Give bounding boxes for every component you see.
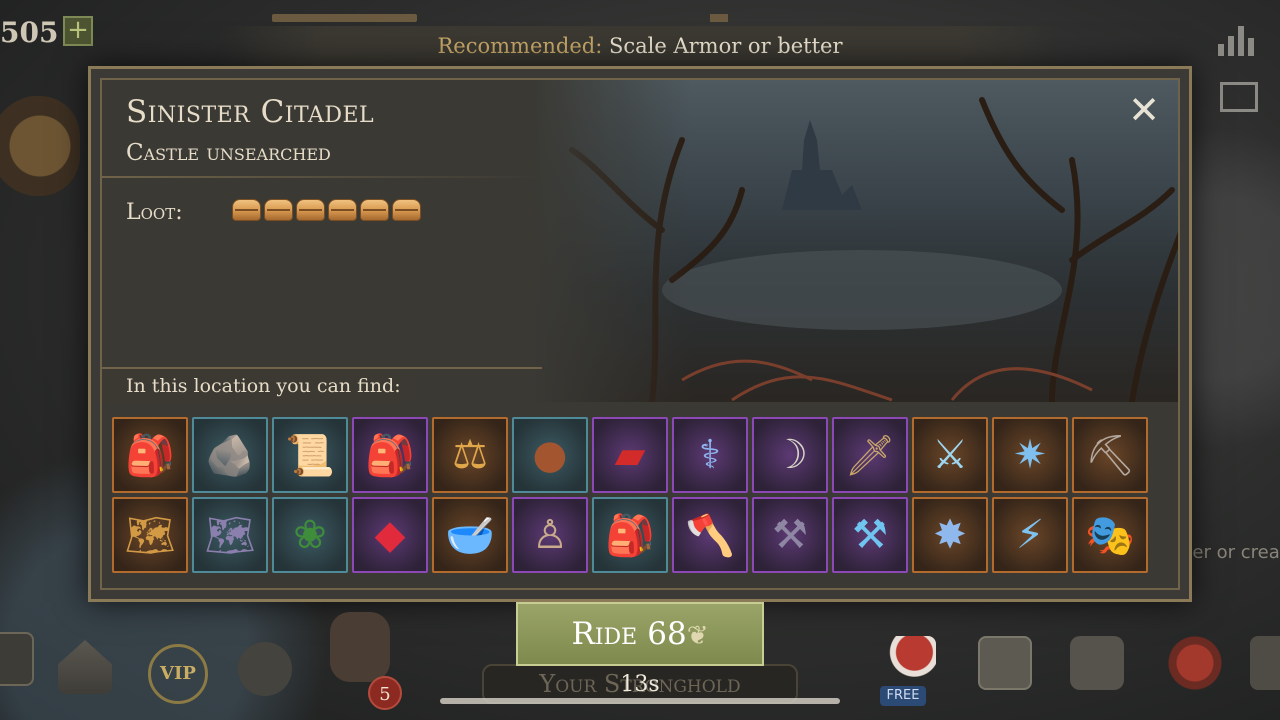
wheat-icon: ❦ <box>686 621 709 651</box>
red-cushion-icon: ▰ <box>614 432 646 478</box>
horse-icon[interactable] <box>238 642 292 696</box>
item-slot[interactable]: 🎒 <box>352 417 428 493</box>
scales-icon: ⚖ <box>452 432 488 478</box>
item-slot[interactable]: ✷ <box>992 417 1068 493</box>
item-slot[interactable]: 🪨 <box>192 417 268 493</box>
location-modal: ✕ Sinister Citadel Castle unsearched Loo… <box>88 66 1192 602</box>
item-slot[interactable]: ◆ <box>352 497 428 573</box>
quest-scroll-icon[interactable] <box>1250 636 1280 690</box>
lightning-sword-icon: ⚡ <box>1015 512 1045 558</box>
mortar-icon: 🥣 <box>445 512 495 559</box>
ride-timer: 13s <box>620 672 660 697</box>
ruby-gem-icon: ◆ <box>374 512 406 558</box>
hunter-backpack-icon: 🎒 <box>125 432 175 479</box>
rolled-map-icon: 🗺 <box>204 512 256 559</box>
loot-label: Loot: <box>126 200 183 225</box>
armored-backpack-icon: 🎒 <box>365 432 415 479</box>
scroll-quill-icon[interactable] <box>1070 636 1124 690</box>
item-slot[interactable]: ⚡ <box>992 497 1068 573</box>
item-slot[interactable]: ⚖ <box>432 417 508 493</box>
scroll-bundle-icon: 📜 <box>285 432 335 479</box>
item-slot[interactable]: 🥣 <box>432 497 508 573</box>
recommendation-label: Recommended: <box>437 34 603 58</box>
journal-icon[interactable] <box>1220 82 1258 112</box>
top-tab-indicator-secondary <box>710 14 728 22</box>
hammer-map-icon[interactable] <box>978 636 1032 690</box>
loot-rating <box>232 199 421 221</box>
item-slot[interactable]: 🎒 <box>592 497 668 573</box>
item-slot[interactable]: 🎭 <box>1072 497 1148 573</box>
item-slot[interactable]: 🪓 <box>672 497 748 573</box>
dagger-icon: 🗡 <box>844 432 896 479</box>
santa-hat-icon[interactable] <box>882 636 936 690</box>
caravan-icon[interactable] <box>0 96 80 196</box>
shield-icon[interactable] <box>0 632 34 686</box>
loot-chest-icon <box>296 199 325 221</box>
item-slot[interactable]: 🎒 <box>112 417 188 493</box>
item-slot[interactable]: 🗺 <box>192 497 268 573</box>
item-slot[interactable]: ⚒ <box>832 497 908 573</box>
item-slot[interactable]: ⚕ <box>672 417 748 493</box>
leather-pouch-icon: ● <box>532 432 568 478</box>
item-slot[interactable]: 🗺 <box>112 497 188 573</box>
top-tab-indicator <box>272 14 417 22</box>
item-grid: 🎒 🪨 📜 🎒 ⚖ ● ▰ ⚕ ☽ 🗡 ⚔ ✷ ⛏ 🗺 🗺 ❀ ◆ 🥣 ♙ 🎒 🪓 ⚒ ⚒ ✸ ⚡ 🎭 <box>112 417 1178 573</box>
battle-axe-icon: 🪓 <box>685 512 735 559</box>
stats-icon[interactable] <box>1218 24 1258 56</box>
recommendation-banner: Recommended: Scale Armor or better <box>220 26 1060 66</box>
ice-staff-icon: ⚕ <box>699 432 721 478</box>
star-medal-icon[interactable] <box>1168 636 1222 690</box>
add-coins-button[interactable]: + <box>63 16 93 46</box>
free-badge: FREE <box>880 686 926 706</box>
item-slot[interactable]: ✸ <box>912 497 988 573</box>
loot-chest-icon <box>264 199 293 221</box>
house-add-icon[interactable] <box>58 640 112 694</box>
ride-button[interactable]: Ride 68❦ <box>516 602 764 666</box>
loot-chest-icon <box>392 199 421 221</box>
travel-sack-icon: 🎒 <box>605 512 655 559</box>
home-indicator[interactable] <box>440 698 840 704</box>
frost-sword-icon: ⚔ <box>932 432 968 478</box>
scythe-icon: ⚒ <box>772 512 808 558</box>
item-slot[interactable]: ♙ <box>512 497 588 573</box>
item-slot[interactable]: ❀ <box>272 497 348 573</box>
location-scene-image <box>532 80 1178 402</box>
item-slot[interactable]: ⚒ <box>752 497 828 573</box>
sickle-icon: ☽ <box>772 432 808 478</box>
item-slot[interactable]: 🗡 <box>832 417 908 493</box>
voodoo-doll-icon: ♙ <box>532 512 568 558</box>
close-button[interactable]: ✕ <box>1124 90 1164 130</box>
item-slot[interactable]: ⛏ <box>1072 417 1148 493</box>
coin-counter: 505 <box>0 16 59 49</box>
loot-chest-icon <box>232 199 261 221</box>
frost-scythe-icon: ⚒ <box>852 512 888 558</box>
notification-badge: 5 <box>368 676 402 710</box>
scene-fade-overlay <box>532 80 692 402</box>
pickaxe-icon: ⛏ <box>1084 432 1136 479</box>
frost-mace-icon: ✸ <box>933 512 967 558</box>
holiday-wreath-icon: ❀ <box>293 512 327 558</box>
location-status: Castle unsearched <box>126 140 331 166</box>
spiked-mace-icon: ✷ <box>1013 432 1047 478</box>
loot-chest-icon <box>360 199 389 221</box>
ride-cost: 68 <box>647 616 687 652</box>
vip-icon[interactable]: VIP <box>148 644 208 704</box>
loot-chest-icon <box>328 199 357 221</box>
header-divider <box>102 176 542 178</box>
item-slot[interactable]: 📜 <box>272 417 348 493</box>
ride-label: Ride <box>571 616 638 652</box>
item-slot[interactable]: ☽ <box>752 417 828 493</box>
item-slot[interactable]: ▰ <box>592 417 668 493</box>
find-header: In this location you can find: <box>102 367 542 403</box>
item-slot[interactable]: ● <box>512 417 588 493</box>
plague-mask-icon: 🎭 <box>1085 512 1135 559</box>
location-modal-inner: ✕ Sinister Citadel Castle unsearched Loo… <box>100 78 1180 590</box>
item-slot[interactable]: ⚔ <box>912 417 988 493</box>
ancient-map-icon: 🗺 <box>124 512 176 559</box>
rock-shard-icon: 🪨 <box>205 432 255 479</box>
location-title: Sinister Citadel <box>126 94 375 130</box>
recommendation-value: Scale Armor or better <box>608 34 843 58</box>
skull-cards-icon[interactable] <box>330 612 390 682</box>
find-label: In this location you can find: <box>126 375 401 397</box>
